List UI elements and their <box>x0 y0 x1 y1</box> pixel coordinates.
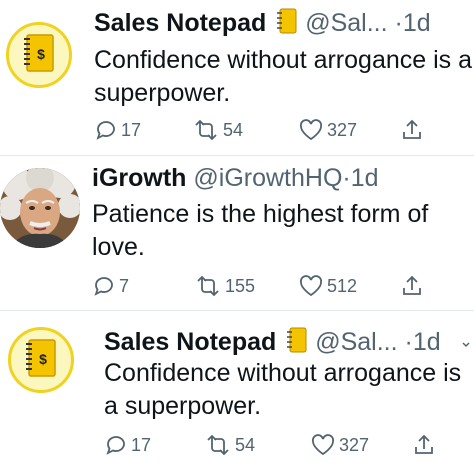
tweet-text: Confidence without arrogance is a superp… <box>94 46 473 107</box>
notepad-dollar-icon: $ <box>26 339 56 377</box>
tweet-actions: 17 54 327 <box>94 118 474 144</box>
reply-count: 17 <box>131 434 152 455</box>
reply-icon <box>94 277 113 296</box>
reply-icon <box>106 436 125 455</box>
author-name[interactable]: Sales Notepad <box>104 328 276 356</box>
tweet-2[interactable]: iGrowth @iGrowthHQ·1d Patience is the hi… <box>0 156 474 312</box>
svg-text:$: $ <box>37 46 45 62</box>
retweet-icon <box>195 119 217 141</box>
share-icon <box>415 434 433 454</box>
heart-icon <box>299 275 323 297</box>
like-button[interactable]: 327 <box>310 433 369 457</box>
reply-button[interactable]: 17 <box>104 433 151 457</box>
heart-icon <box>311 434 335 456</box>
tweet-header: iGrowth @iGrowthHQ·1d <box>92 164 379 192</box>
share-button[interactable] <box>400 274 427 298</box>
like-button[interactable]: 512 <box>298 274 357 298</box>
timestamp[interactable]: 1d <box>413 328 441 356</box>
separator-dot: · <box>404 328 413 356</box>
author-handle[interactable]: @Sal... <box>315 328 397 356</box>
retweet-button[interactable]: 155 <box>194 274 255 298</box>
tweet-actions: 17 54 327 <box>104 433 474 459</box>
reply-count: 17 <box>121 119 142 140</box>
avatar[interactable]: $ <box>8 327 74 393</box>
notepad-dollar-icon: $ <box>24 34 54 72</box>
reply-icon <box>96 121 115 140</box>
tweet-header: Sales Notepad @Sal... ·1d <box>104 327 441 359</box>
like-count: 327 <box>327 119 358 140</box>
author-name[interactable]: iGrowth <box>92 164 186 192</box>
svg-text:$: $ <box>39 351 47 367</box>
timestamp[interactable]: 1d <box>403 9 431 37</box>
chevron-down-icon[interactable] <box>462 341 470 349</box>
like-count: 512 <box>327 275 358 296</box>
author-name[interactable]: Sales Notepad <box>94 9 266 37</box>
notebook-emoji-icon <box>276 8 298 40</box>
separator-dot: · <box>342 164 351 192</box>
share-icon <box>403 275 421 295</box>
einstein-portrait <box>0 168 80 248</box>
avatar[interactable]: $ <box>6 22 72 88</box>
reply-count: 7 <box>119 275 130 296</box>
retweet-icon <box>197 275 219 297</box>
tweet-3[interactable]: $ Sales Notepad @Sal... ·1d Confidence w… <box>0 311 474 474</box>
share-button[interactable] <box>400 118 427 142</box>
retweet-button[interactable]: 54 <box>204 433 255 457</box>
tweet-header: Sales Notepad @Sal... ·1d <box>94 8 431 40</box>
avatar[interactable] <box>0 168 80 248</box>
reply-button[interactable]: 7 <box>92 274 129 298</box>
tweet-text: Patience is the highest form of love. <box>92 200 429 261</box>
author-handle[interactable]: @iGrowthHQ <box>193 164 342 192</box>
tweet-1[interactable]: $ Sales Notepad @Sal... ·1d Confidence w… <box>0 0 474 150</box>
share-button[interactable] <box>412 433 439 457</box>
retweet-count: 155 <box>225 275 256 296</box>
like-button[interactable]: 327 <box>298 118 357 142</box>
retweet-icon <box>207 434 229 456</box>
share-icon <box>403 119 421 139</box>
tweet-text: Confidence without arrogance is a superp… <box>104 359 462 420</box>
like-count: 327 <box>339 434 370 455</box>
notebook-emoji-icon <box>286 327 308 359</box>
tweet-actions: 7 155 512 <box>92 274 472 300</box>
reply-button[interactable]: 17 <box>94 118 141 142</box>
heart-icon <box>299 119 323 141</box>
author-handle[interactable]: @Sal... <box>305 9 387 37</box>
retweet-count: 54 <box>223 119 244 140</box>
timestamp[interactable]: 1d <box>351 164 379 192</box>
retweet-button[interactable]: 54 <box>192 118 243 142</box>
separator-dot: · <box>394 9 403 37</box>
retweet-count: 54 <box>235 434 256 455</box>
